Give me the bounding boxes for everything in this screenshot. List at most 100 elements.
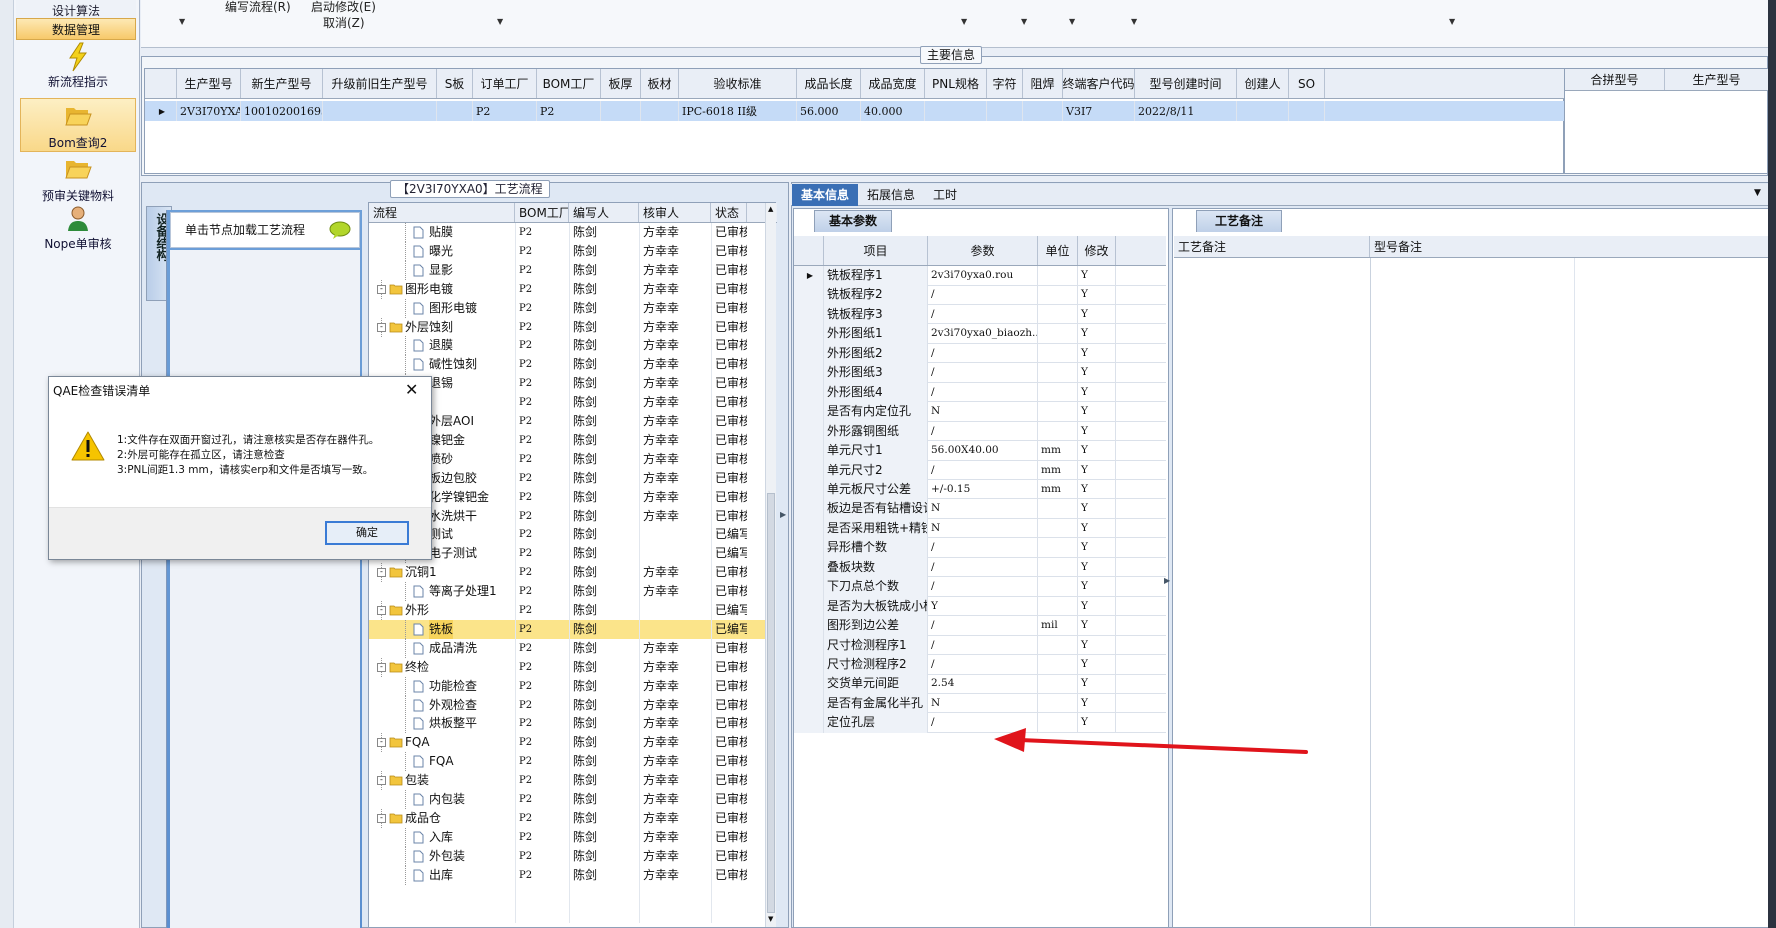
tree-row[interactable]: 外观检查 P2 陈剑 方幸幸 已审核: [369, 695, 765, 715]
table-cell[interactable]: [987, 101, 1023, 121]
nav-item-nope-review[interactable]: Nope单审核: [20, 204, 136, 256]
tree-node[interactable]: - 外层蚀刻: [369, 317, 515, 337]
param-row[interactable]: 板边是否有钻槽设计 N Y: [794, 499, 1166, 519]
column-header[interactable]: PNL规格: [925, 69, 987, 98]
column-header[interactable]: 板厚: [601, 69, 641, 98]
tree-node[interactable]: 碱性蚀刻: [369, 355, 515, 375]
column-header[interactable]: 终端客户代码: [1063, 69, 1135, 98]
tree-node[interactable]: 外包装: [369, 846, 515, 866]
tree-row[interactable]: - 外层蚀刻 P2 陈剑 方幸幸 已审核: [369, 317, 765, 337]
tree-row[interactable]: 内包装 P2 陈剑 方幸幸 已审核: [369, 790, 765, 809]
tree-node[interactable]: 曝光: [369, 241, 515, 261]
column-header[interactable]: 板材: [641, 69, 679, 98]
table-cell[interactable]: [601, 101, 641, 121]
tree-node[interactable]: 退膜: [369, 336, 515, 356]
collapse-toggle-icon[interactable]: -: [377, 568, 386, 578]
param-row[interactable]: 图形到边公差 / mil Y: [794, 616, 1166, 636]
column-header[interactable]: 生产型号: [177, 69, 241, 98]
param-value[interactable]: 2v3i70yxa0_biaozh...: [928, 324, 1038, 344]
column-header[interactable]: 创建人: [1237, 69, 1289, 98]
table-cell[interactable]: [1289, 101, 1325, 121]
param-row[interactable]: 外形图纸2/ Y: [794, 343, 1166, 364]
splitter-arrow-icon[interactable]: ▶: [1164, 576, 1170, 585]
column-header[interactable]: 编写人: [569, 203, 639, 222]
header-process-remark[interactable]: 工艺备注: [1174, 236, 1370, 257]
column-header[interactable]: 核审人: [639, 203, 711, 222]
header-merge-model[interactable]: 合拼型号: [1565, 69, 1665, 90]
tree-row[interactable]: - 外形 P2 陈剑 已编写: [369, 601, 765, 620]
param-value[interactable]: /: [928, 382, 1038, 403]
tree-node[interactable]: - 沉铜1: [369, 563, 515, 583]
table-cell[interactable]: V3I7: [1063, 101, 1135, 121]
column-header[interactable]: 升级前旧生产型号: [323, 69, 437, 98]
tab-detail-0[interactable]: 基本信息: [792, 184, 859, 206]
column-header[interactable]: 阻焊: [1023, 69, 1063, 98]
tree-node[interactable]: - 外形: [369, 601, 515, 620]
dropdown-arrow-icon[interactable]: ▼: [1449, 17, 1455, 26]
tree-node[interactable]: 外观检查: [369, 695, 515, 715]
param-row[interactable]: 外形露铜图纸 / Y: [794, 421, 1166, 442]
collapse-toggle-icon[interactable]: -: [377, 322, 386, 332]
table-cell[interactable]: [641, 101, 679, 121]
param-row[interactable]: 单元尺寸1 56.00X40.00 mm Y: [794, 441, 1166, 461]
dropdown-arrow-icon[interactable]: ▼: [961, 17, 967, 26]
tree-row[interactable]: - 终检 P2 陈剑 方幸幸 已审核: [369, 657, 765, 677]
tree-row[interactable]: 铣板 P2 陈剑 已编写: [369, 619, 765, 639]
param-row[interactable]: 尺寸检测程序1/ Y: [794, 635, 1166, 656]
start-modify-button[interactable]: 启动修改(E): [311, 0, 376, 15]
param-row[interactable]: 是否有内定位孔 N Y: [794, 402, 1166, 422]
tree-node[interactable]: 成品清洗: [369, 638, 515, 658]
param-value[interactable]: N: [928, 499, 1038, 519]
column-header[interactable]: 参数: [928, 236, 1038, 265]
tree-node[interactable]: - 图形电镀: [369, 279, 515, 299]
column-header[interactable]: 验收标准: [679, 69, 797, 98]
param-value[interactable]: /: [928, 460, 1038, 480]
tree-node[interactable]: 出库: [369, 865, 515, 885]
tree-node[interactable]: FQA: [369, 752, 515, 772]
tree-node[interactable]: 入库: [369, 827, 515, 847]
table-cell[interactable]: [1023, 101, 1063, 121]
tree-row[interactable]: 碱性蚀刻 P2 陈剑 方幸幸 已审核: [369, 355, 765, 375]
tree-row[interactable]: 外包装 P2 陈剑 方幸幸 已审核: [369, 846, 765, 866]
dropdown-arrow-icon[interactable]: ▼: [179, 17, 185, 26]
collapse-toggle-icon[interactable]: -: [377, 284, 386, 294]
param-row[interactable]: 交货单元间距 2.54 Y: [794, 674, 1166, 694]
column-header[interactable]: 成品宽度: [861, 69, 925, 98]
column-header[interactable]: BOM工厂: [515, 203, 569, 222]
tree-row[interactable]: 烘板整平 P2 陈剑 方幸幸 已审核: [369, 714, 765, 734]
param-value[interactable]: /: [928, 557, 1038, 578]
tree-row[interactable]: 图形电镀 P2 陈剑 方幸幸 已审核: [369, 298, 765, 318]
param-value[interactable]: Y: [928, 596, 1038, 617]
tree-node[interactable]: 显影: [369, 260, 515, 280]
load-process-hint[interactable]: 单击节点加载工艺流程: [170, 212, 360, 248]
param-row[interactable]: 铣板程序3/ Y: [794, 304, 1166, 325]
nav-item-prereview-material[interactable]: 预审关键物料: [20, 156, 136, 208]
tree-node[interactable]: 贴膜: [369, 223, 515, 242]
column-header[interactable]: 单位: [1038, 236, 1078, 265]
tree-row[interactable]: 退膜 P2 陈剑 方幸幸 已审核: [369, 336, 765, 356]
param-value[interactable]: 2v3i70yxa0.rou: [928, 266, 1038, 286]
tree-row[interactable]: 入库 P2 陈剑 方幸幸 已审核: [369, 827, 765, 847]
tree-node[interactable]: - FQA: [369, 733, 515, 753]
param-value[interactable]: /: [928, 538, 1038, 558]
param-value[interactable]: /: [928, 655, 1038, 675]
column-header[interactable]: 状态: [711, 203, 747, 222]
tree-row[interactable]: 贴膜 P2 陈剑 方幸幸 已审核: [369, 223, 765, 242]
scrollbar-vertical[interactable]: ▲ ▼: [765, 203, 776, 927]
collapse-toggle-icon[interactable]: -: [377, 738, 386, 748]
tree-node[interactable]: - 成品仓: [369, 808, 515, 828]
scroll-down-icon[interactable]: ▼: [768, 915, 773, 923]
param-row[interactable]: 下刀点总个数 / Y: [794, 577, 1166, 597]
dropdown-arrow-icon[interactable]: ▼: [1069, 17, 1075, 26]
nav-header-data-management[interactable]: 数据管理: [16, 18, 136, 40]
column-header[interactable]: 字符: [987, 69, 1023, 98]
column-header[interactable]: S板: [437, 69, 473, 98]
column-header[interactable]: 项目: [824, 236, 928, 265]
column-header[interactable]: 修改: [1078, 236, 1116, 265]
splitter-arrow-icon[interactable]: ▶: [780, 510, 786, 519]
tree-node[interactable]: 铣板: [369, 619, 515, 639]
param-row[interactable]: 单元板尺寸公差 +/-0.15 mm Y: [794, 479, 1166, 500]
column-header[interactable]: 新生产型号: [241, 69, 323, 98]
param-row[interactable]: 外形图纸4/ Y: [794, 382, 1166, 403]
close-icon[interactable]: ✕: [405, 381, 418, 399]
